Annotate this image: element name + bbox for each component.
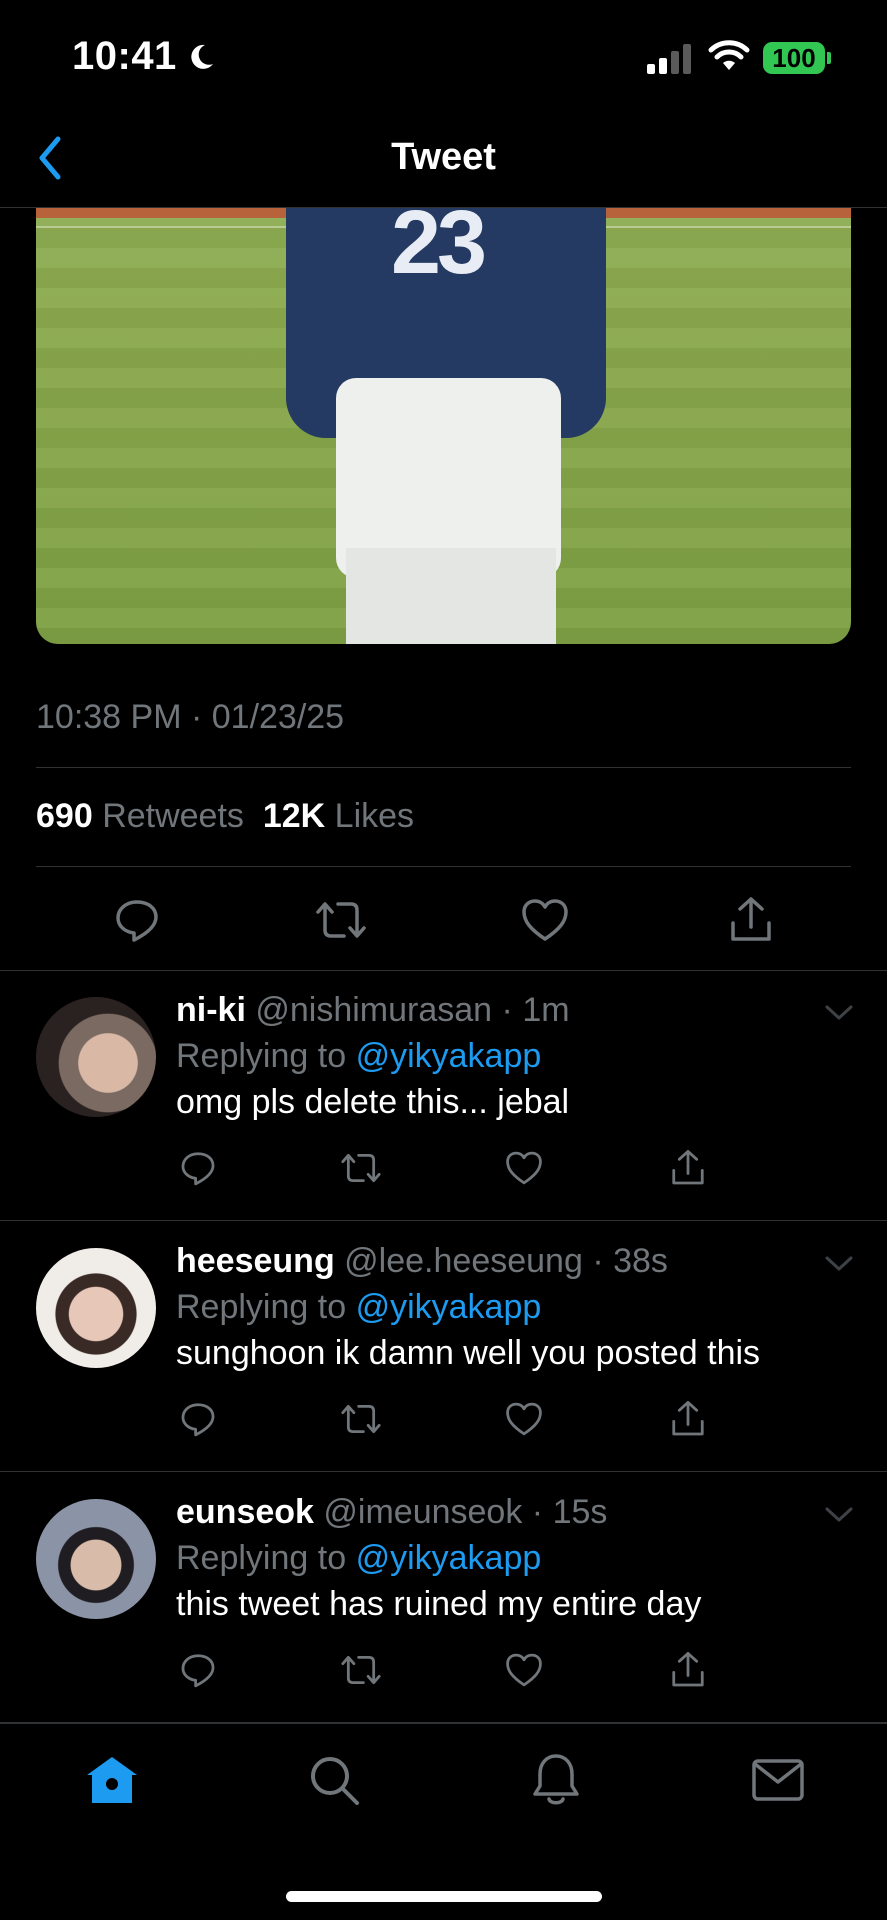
- reply-button[interactable]: [176, 1397, 220, 1441]
- retweet-icon: [341, 1153, 381, 1183]
- reply-header: heeseung @lee.heeseung · 38s: [176, 1242, 668, 1281]
- retweet-icon: [341, 1404, 381, 1434]
- reply-button[interactable]: [176, 1648, 220, 1692]
- replying-to: Replying to @yikyakapp: [176, 1288, 541, 1327]
- reply-time: · 15s: [531, 1493, 608, 1531]
- status-time: 10:41: [72, 34, 177, 78]
- wifi-icon: [708, 40, 750, 70]
- chevron-down-icon[interactable]: [821, 997, 857, 1027]
- reply-button[interactable]: [176, 1146, 220, 1190]
- home-icon: [87, 1757, 137, 1803]
- divider: [36, 866, 851, 867]
- retweets-label[interactable]: Retweets: [102, 797, 244, 835]
- reply-item[interactable]: heeseung @lee.heeseung · 38s Replying to…: [0, 1222, 887, 1472]
- replying-to-mention[interactable]: @yikyakapp: [356, 1288, 542, 1326]
- reply-item[interactable]: eunseok @imeunseok · 15s Replying to @yi…: [0, 1473, 887, 1723]
- replying-to-mention[interactable]: @yikyakapp: [356, 1037, 542, 1075]
- status-bar: 10:41 100: [0, 0, 887, 110]
- reply-button[interactable]: [107, 890, 167, 950]
- reply-text: sunghoon ik damn well you posted this: [176, 1334, 761, 1372]
- reply-icon: [181, 1403, 215, 1437]
- like-button[interactable]: [502, 1397, 546, 1441]
- avatar[interactable]: [36, 997, 156, 1117]
- share-button[interactable]: [666, 1397, 710, 1441]
- tweet-actions: [0, 880, 887, 960]
- share-icon: [672, 1149, 704, 1185]
- battery-level: 100: [772, 43, 816, 73]
- reply-text: this tweet has ruined my entire day: [176, 1585, 702, 1623]
- reply-actions: [176, 1146, 736, 1196]
- reply-icon: [181, 1654, 215, 1688]
- search-icon: [311, 1757, 359, 1805]
- replying-to-prefix: Replying to: [176, 1288, 347, 1326]
- moon-icon: [191, 44, 213, 69]
- reply-item[interactable]: ni-ki @nishimurasan · 1m Replying to @yi…: [0, 971, 887, 1221]
- replying-to-mention[interactable]: @yikyakapp: [356, 1539, 542, 1577]
- reply-text: omg pls delete this... jebal: [176, 1083, 570, 1121]
- reply-icon: [116, 900, 158, 942]
- share-button[interactable]: [666, 1648, 710, 1692]
- replying-to-prefix: Replying to: [176, 1539, 347, 1577]
- mail-icon: [752, 1759, 804, 1801]
- battery-tip: [827, 52, 831, 64]
- page-title: Tweet: [391, 136, 496, 178]
- retweet-icon: [316, 902, 366, 938]
- battery-indicator: 100: [763, 42, 825, 74]
- like-icon: [506, 1151, 542, 1185]
- home-indicator[interactable]: [286, 1891, 602, 1902]
- tab-home[interactable]: [82, 1750, 142, 1810]
- retweet-button[interactable]: [339, 1146, 383, 1190]
- likes-count[interactable]: 12K: [263, 797, 325, 835]
- reply-icon: [181, 1152, 215, 1186]
- retweets-count[interactable]: 690: [36, 797, 93, 835]
- reply-author-name[interactable]: eunseok: [176, 1493, 314, 1531]
- reply-time: · 38s: [592, 1242, 668, 1280]
- tab-notifications[interactable]: [526, 1750, 586, 1810]
- retweet-button[interactable]: [311, 890, 371, 950]
- reply-author-name[interactable]: ni-ki: [176, 991, 246, 1029]
- reply-author-handle[interactable]: @nishimurasan: [255, 991, 492, 1029]
- reply-author-handle[interactable]: @imeunseok: [323, 1493, 522, 1531]
- like-icon: [506, 1402, 542, 1436]
- reply-author-handle[interactable]: @lee.heeseung: [344, 1242, 583, 1280]
- share-icon: [672, 1400, 704, 1436]
- reply-actions: [176, 1648, 736, 1698]
- reply-author-name[interactable]: heeseung: [176, 1242, 335, 1280]
- like-button[interactable]: [515, 890, 575, 950]
- tab-messages[interactable]: [748, 1750, 808, 1810]
- tweet-stats: 690 Retweets 12K Likes: [36, 797, 414, 836]
- likes-label[interactable]: Likes: [335, 797, 414, 835]
- legs-shape: [346, 548, 556, 644]
- share-icon: [731, 897, 771, 941]
- share-button[interactable]: [721, 890, 781, 950]
- retweet-icon: [341, 1655, 381, 1685]
- replying-to: Replying to @yikyakapp: [176, 1037, 541, 1076]
- replying-to: Replying to @yikyakapp: [176, 1539, 541, 1578]
- reply-header: ni-ki @nishimurasan · 1m: [176, 991, 570, 1030]
- like-button[interactable]: [502, 1648, 546, 1692]
- reply-header: eunseok @imeunseok · 15s: [176, 1493, 607, 1532]
- tweet-timestamp: 10:38 PM · 01/23/25: [36, 698, 345, 736]
- share-icon: [672, 1651, 704, 1687]
- replying-to-prefix: Replying to: [176, 1037, 347, 1075]
- avatar[interactable]: [36, 1499, 156, 1619]
- like-icon: [506, 1653, 542, 1687]
- tab-search[interactable]: [304, 1750, 364, 1810]
- jersey-number: 23: [391, 208, 487, 293]
- chevron-down-icon[interactable]: [821, 1499, 857, 1529]
- share-button[interactable]: [666, 1146, 710, 1190]
- avatar[interactable]: [36, 1248, 156, 1368]
- retweet-button[interactable]: [339, 1397, 383, 1441]
- reply-actions: [176, 1397, 736, 1447]
- reply-time: · 1m: [501, 991, 570, 1029]
- like-icon: [522, 899, 568, 941]
- divider: [36, 767, 851, 768]
- nav-header: Tweet: [0, 110, 887, 208]
- bell-icon: [533, 1754, 579, 1805]
- like-button[interactable]: [502, 1146, 546, 1190]
- retweet-button[interactable]: [339, 1648, 383, 1692]
- cellular-signal-icon: [647, 44, 691, 74]
- chevron-down-icon[interactable]: [821, 1248, 857, 1278]
- tweet-image[interactable]: 23: [36, 208, 851, 644]
